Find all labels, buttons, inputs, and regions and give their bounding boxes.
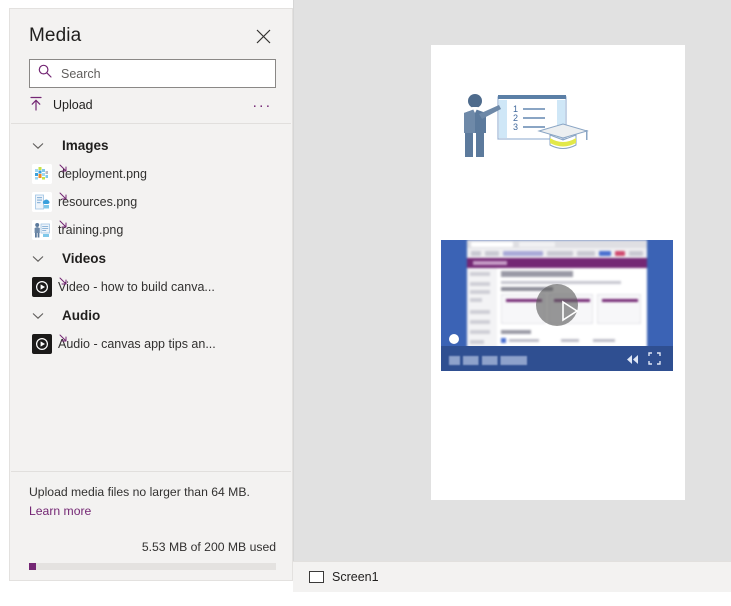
search-icon	[38, 64, 52, 83]
command-bar: Upload ···	[10, 88, 292, 123]
list-item[interactable]: Audio - canvas app tips an...	[10, 330, 292, 358]
list-item[interactable]: Video - how to build canva...	[10, 273, 292, 301]
shortcut-arrow-icon	[58, 161, 68, 179]
screen-name-label[interactable]: Screen1	[332, 570, 379, 584]
list-item-label: Video - how to build canva...	[58, 280, 215, 294]
play-triangle-icon	[552, 295, 567, 315]
media-panel-footer: Upload media files no larger than 64 MB.…	[10, 472, 292, 580]
chevron-down-icon	[32, 142, 44, 150]
status-bar-filler	[293, 592, 731, 606]
shortcut-arrow-icon	[58, 274, 68, 292]
app-screen-canvas[interactable]: 1 2 3	[431, 45, 685, 500]
storage-progress-fill	[29, 563, 36, 570]
media-panel: Media	[9, 8, 293, 581]
video-player[interactable]	[441, 240, 673, 371]
training-illustration-svg: 1 2 3	[453, 83, 603, 178]
media-play-icon	[32, 334, 52, 354]
list-item[interactable]: training.png	[10, 216, 292, 244]
chevron-down-icon	[32, 312, 44, 320]
page-title: Media	[29, 25, 81, 47]
image-thumbnail-icon	[32, 220, 52, 240]
list-item[interactable]: resources.png	[10, 188, 292, 216]
shortcut-arrow-icon	[58, 331, 68, 349]
screen-rectangle-icon	[309, 571, 324, 583]
search-container	[10, 59, 292, 88]
search-input[interactable]	[61, 67, 267, 81]
app-root: 1 2 3	[0, 0, 731, 606]
upload-button-label: Upload	[53, 98, 93, 112]
video-caption-text	[449, 356, 527, 365]
upload-limit-note: Upload media files no larger than 64 MB.	[29, 484, 276, 502]
fullscreen-icon[interactable]	[648, 352, 661, 365]
svg-text:3: 3	[513, 122, 518, 132]
list-item[interactable]: deployment.png	[10, 160, 292, 188]
group-header-videos[interactable]: Videos	[10, 244, 292, 273]
group-label: Videos	[62, 251, 106, 266]
image-thumbnail-icon	[32, 192, 52, 212]
overflow-menu-button[interactable]: ···	[250, 97, 274, 114]
list-item-label: Audio - canvas app tips an...	[58, 337, 216, 351]
media-panel-header: Media	[10, 9, 292, 59]
image-thumbnail-icon	[32, 164, 52, 184]
storage-progress-bar	[29, 563, 276, 570]
learn-more-link[interactable]: Learn more	[29, 504, 91, 518]
status-bar: Screen1	[293, 561, 731, 592]
upload-icon	[29, 96, 43, 114]
shortcut-arrow-icon	[58, 189, 68, 207]
video-controls-bar[interactable]	[441, 346, 673, 371]
video-progress-handle[interactable]	[449, 334, 459, 344]
group-header-images[interactable]: Images	[10, 131, 292, 160]
group-label: Images	[62, 138, 109, 153]
play-button[interactable]	[536, 284, 578, 326]
canvas-workspace: 1 2 3	[293, 0, 731, 561]
media-file-list[interactable]: Images	[10, 124, 292, 471]
upload-button[interactable]: Upload	[29, 96, 93, 114]
search-box[interactable]	[29, 59, 276, 88]
chevron-down-icon	[32, 255, 44, 263]
group-label: Audio	[62, 308, 100, 323]
storage-usage-label: 5.53 MB of 200 MB used	[29, 540, 276, 554]
close-icon[interactable]	[250, 23, 276, 49]
list-item-label: resources.png	[58, 195, 137, 209]
rewind-icon[interactable]	[626, 354, 639, 365]
media-play-icon	[32, 277, 52, 297]
training-illustration[interactable]: 1 2 3	[453, 83, 603, 178]
list-item-label: deployment.png	[58, 167, 147, 181]
shortcut-arrow-icon	[58, 217, 68, 235]
group-header-audio[interactable]: Audio	[10, 301, 292, 330]
